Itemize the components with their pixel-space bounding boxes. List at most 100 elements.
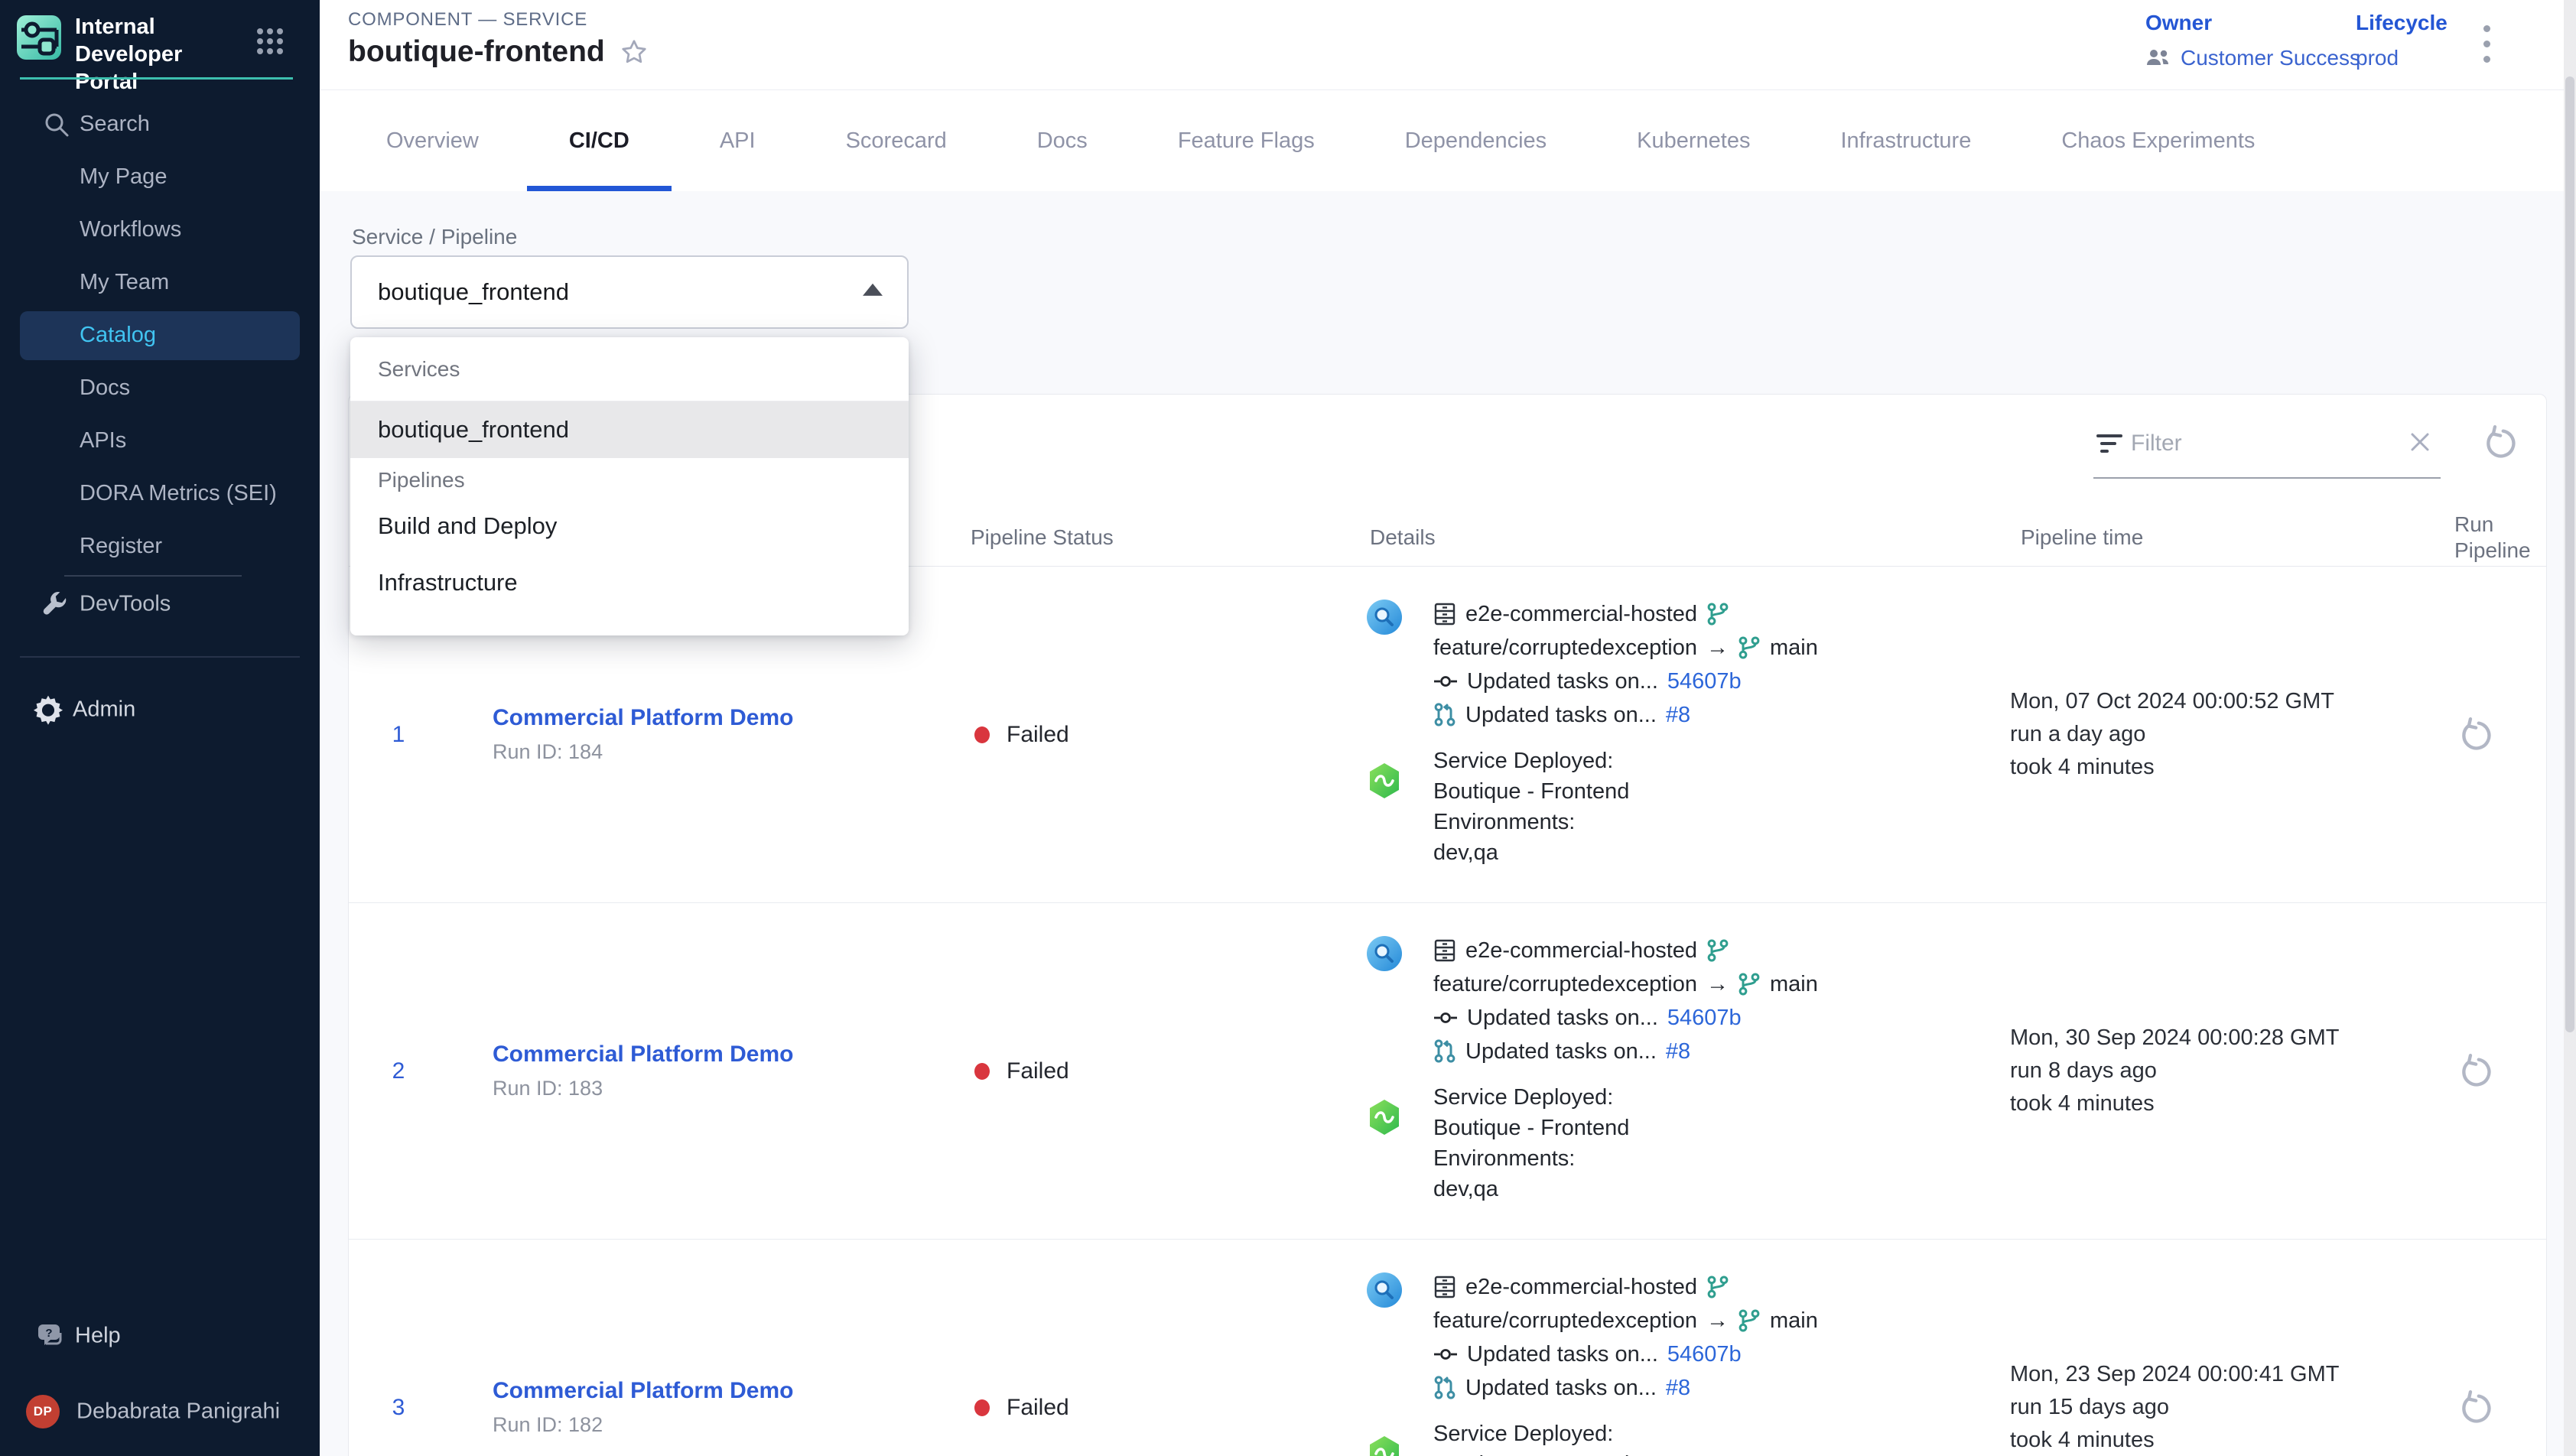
sidebar-item-dora-metrics[interactable]: DORA Metrics (SEI) bbox=[0, 467, 320, 520]
tab-scorecard[interactable]: Scorecard bbox=[846, 90, 947, 191]
commit-link[interactable]: 54607b bbox=[1667, 1342, 1742, 1367]
rerun-pipeline-button[interactable] bbox=[2457, 567, 2492, 902]
repo-name[interactable]: e2e-commercial-hosted bbox=[1465, 602, 1697, 627]
sidebar-item-search[interactable]: Search bbox=[0, 98, 320, 151]
arrow: → bbox=[1706, 635, 1729, 661]
cicd-content: Service / Pipeline boutique_frontend bbox=[320, 191, 2576, 1456]
tab-cicd[interactable]: CI/CD bbox=[569, 90, 629, 191]
commit-text: Updated tasks on... bbox=[1467, 1342, 1658, 1367]
tab-chaos-experiments[interactable]: Chaos Experiments bbox=[2061, 90, 2255, 191]
cd-module-icon bbox=[1368, 1435, 1401, 1456]
sidebar-user[interactable]: DP Debabrata Panigrahi bbox=[0, 1392, 320, 1432]
dropdown-group-pipelines: Pipelines bbox=[350, 463, 909, 498]
help-icon: ? bbox=[35, 1321, 66, 1351]
commit-icon bbox=[1433, 670, 1458, 693]
pipeline-time-cell: Mon, 07 Oct 2024 00:00:52 GMT run a day … bbox=[2010, 567, 2334, 902]
failed-status-dot bbox=[974, 1063, 990, 1080]
sidebar-item-docs[interactable]: Docs bbox=[0, 362, 320, 414]
deploy-service: Boutique - Frontend bbox=[1433, 779, 1629, 804]
clear-filter-icon[interactable] bbox=[2408, 430, 2432, 454]
environments-value: dev,qa bbox=[1433, 1177, 1498, 1202]
pipeline-run-link[interactable]: Commercial Platform Demo bbox=[493, 1378, 793, 1404]
cd-module-icon bbox=[1368, 1099, 1401, 1136]
sidebar-item-workflows[interactable]: Workflows bbox=[0, 203, 320, 256]
pipeline-run-link[interactable]: Commercial Platform Demo bbox=[493, 1042, 793, 1068]
sidebar-item-my-team[interactable]: My Team bbox=[0, 256, 320, 309]
sidebar-item-admin[interactable]: Admin bbox=[0, 683, 320, 736]
refresh-icon[interactable] bbox=[2481, 425, 2516, 460]
chevron-up-icon bbox=[863, 284, 883, 296]
details-cell: e2e-commercial-hosted bbox=[1366, 1270, 1978, 1456]
status-cell: Failed bbox=[974, 567, 1069, 902]
rerun-pipeline-button[interactable] bbox=[2457, 903, 2492, 1239]
sidebar-item-devtools[interactable]: DevTools bbox=[0, 577, 320, 630]
deploy-service: Boutique - Frontend bbox=[1433, 1452, 1629, 1456]
branch-icon bbox=[1706, 938, 1729, 963]
sidebar-item-my-page[interactable]: My Page bbox=[0, 151, 320, 203]
owner-label: Owner bbox=[2145, 11, 2360, 35]
repo-icon bbox=[1433, 938, 1456, 963]
kebab-menu-icon[interactable] bbox=[2469, 17, 2504, 70]
branch-icon bbox=[1706, 602, 1729, 626]
owner-meta: Owner Customer Success bbox=[2145, 11, 2360, 70]
branch-icon bbox=[1706, 1275, 1729, 1299]
run-duration: took 4 minutes bbox=[2010, 1428, 2339, 1453]
rerun-pipeline-button[interactable] bbox=[2457, 1240, 2492, 1456]
star-icon[interactable] bbox=[620, 38, 648, 66]
deploy-service: Boutique - Frontend bbox=[1433, 1116, 1629, 1141]
entity-header: COMPONENT — SERVICE boutique-frontend Ow… bbox=[320, 0, 2576, 90]
commit-text: Updated tasks on... bbox=[1467, 1006, 1658, 1031]
owner-link[interactable]: Customer Success bbox=[2181, 46, 2360, 70]
deploy-title: Service Deployed: bbox=[1433, 749, 1613, 774]
logo-row: Internal Developer Portal bbox=[0, 0, 320, 80]
lifecycle-value: prod bbox=[2356, 46, 2399, 70]
filter-input[interactable] bbox=[2131, 419, 2414, 468]
failed-status-dot bbox=[974, 1399, 990, 1416]
catalog-selected-highlight bbox=[20, 311, 300, 360]
pipeline-select[interactable]: boutique_frontend bbox=[350, 255, 909, 329]
branch-to: main bbox=[1770, 972, 1818, 997]
pr-link[interactable]: #8 bbox=[1666, 703, 1690, 728]
cd-module-icon bbox=[1368, 762, 1401, 799]
tab-dependencies[interactable]: Dependencies bbox=[1405, 90, 1547, 191]
scrollbar-thumb[interactable] bbox=[2565, 76, 2574, 1032]
portal-title: Internal Developer Portal bbox=[75, 13, 239, 96]
sidebar-item-help[interactable]: ? Help bbox=[0, 1309, 320, 1362]
repo-name[interactable]: e2e-commercial-hosted bbox=[1465, 1275, 1697, 1300]
pipeline-run-link[interactable]: Commercial Platform Demo bbox=[493, 705, 793, 731]
dropdown-option-build-and-deploy[interactable]: Build and Deploy bbox=[350, 498, 909, 554]
sidebar-item-apis[interactable]: APIs bbox=[0, 414, 320, 467]
branch-from: feature/corruptedexception bbox=[1433, 1308, 1697, 1334]
sidebar-item-register[interactable]: Register bbox=[0, 520, 320, 573]
repo-icon bbox=[1433, 602, 1456, 626]
branch-from: feature/corruptedexception bbox=[1433, 635, 1697, 661]
sidebar-divider bbox=[20, 656, 300, 658]
sidebar-item-catalog[interactable]: Catalog bbox=[0, 309, 320, 362]
filter-icon bbox=[2096, 431, 2122, 456]
tab-docs[interactable]: Docs bbox=[1037, 90, 1088, 191]
table-body: 1 Commercial Platform Demo Run ID: 184 F… bbox=[349, 567, 2546, 1456]
page-scrollbar[interactable] bbox=[2564, 0, 2576, 1456]
people-icon bbox=[2145, 48, 2171, 68]
dropdown-option-infrastructure[interactable]: Infrastructure bbox=[350, 554, 909, 611]
repo-name[interactable]: e2e-commercial-hosted bbox=[1465, 938, 1697, 964]
pull-request-icon bbox=[1433, 1376, 1456, 1400]
commit-link[interactable]: 54607b bbox=[1667, 669, 1742, 694]
tab-infrastructure[interactable]: Infrastructure bbox=[1840, 90, 1971, 191]
app-switcher-icon[interactable] bbox=[256, 28, 284, 55]
search-icon bbox=[43, 111, 70, 138]
tab-api[interactable]: API bbox=[720, 90, 756, 191]
tab-kubernetes[interactable]: Kubernetes bbox=[1637, 90, 1750, 191]
run-id: Run ID: 184 bbox=[493, 740, 793, 764]
tab-feature-flags[interactable]: Feature Flags bbox=[1178, 90, 1315, 191]
details-cell: e2e-commercial-hosted bbox=[1366, 934, 1978, 1204]
pr-link[interactable]: #8 bbox=[1666, 1376, 1690, 1401]
portal-logo-icon[interactable] bbox=[17, 15, 61, 60]
dropdown-option-boutique-frontend[interactable]: boutique_frontend bbox=[350, 401, 909, 458]
arrow: → bbox=[1706, 1308, 1729, 1334]
commit-link[interactable]: 54607b bbox=[1667, 1006, 1742, 1031]
tab-overview[interactable]: Overview bbox=[386, 90, 479, 191]
pr-link[interactable]: #8 bbox=[1666, 1039, 1690, 1064]
row-index: 3 bbox=[377, 1240, 420, 1456]
details-cell: e2e-commercial-hosted bbox=[1366, 597, 1978, 868]
